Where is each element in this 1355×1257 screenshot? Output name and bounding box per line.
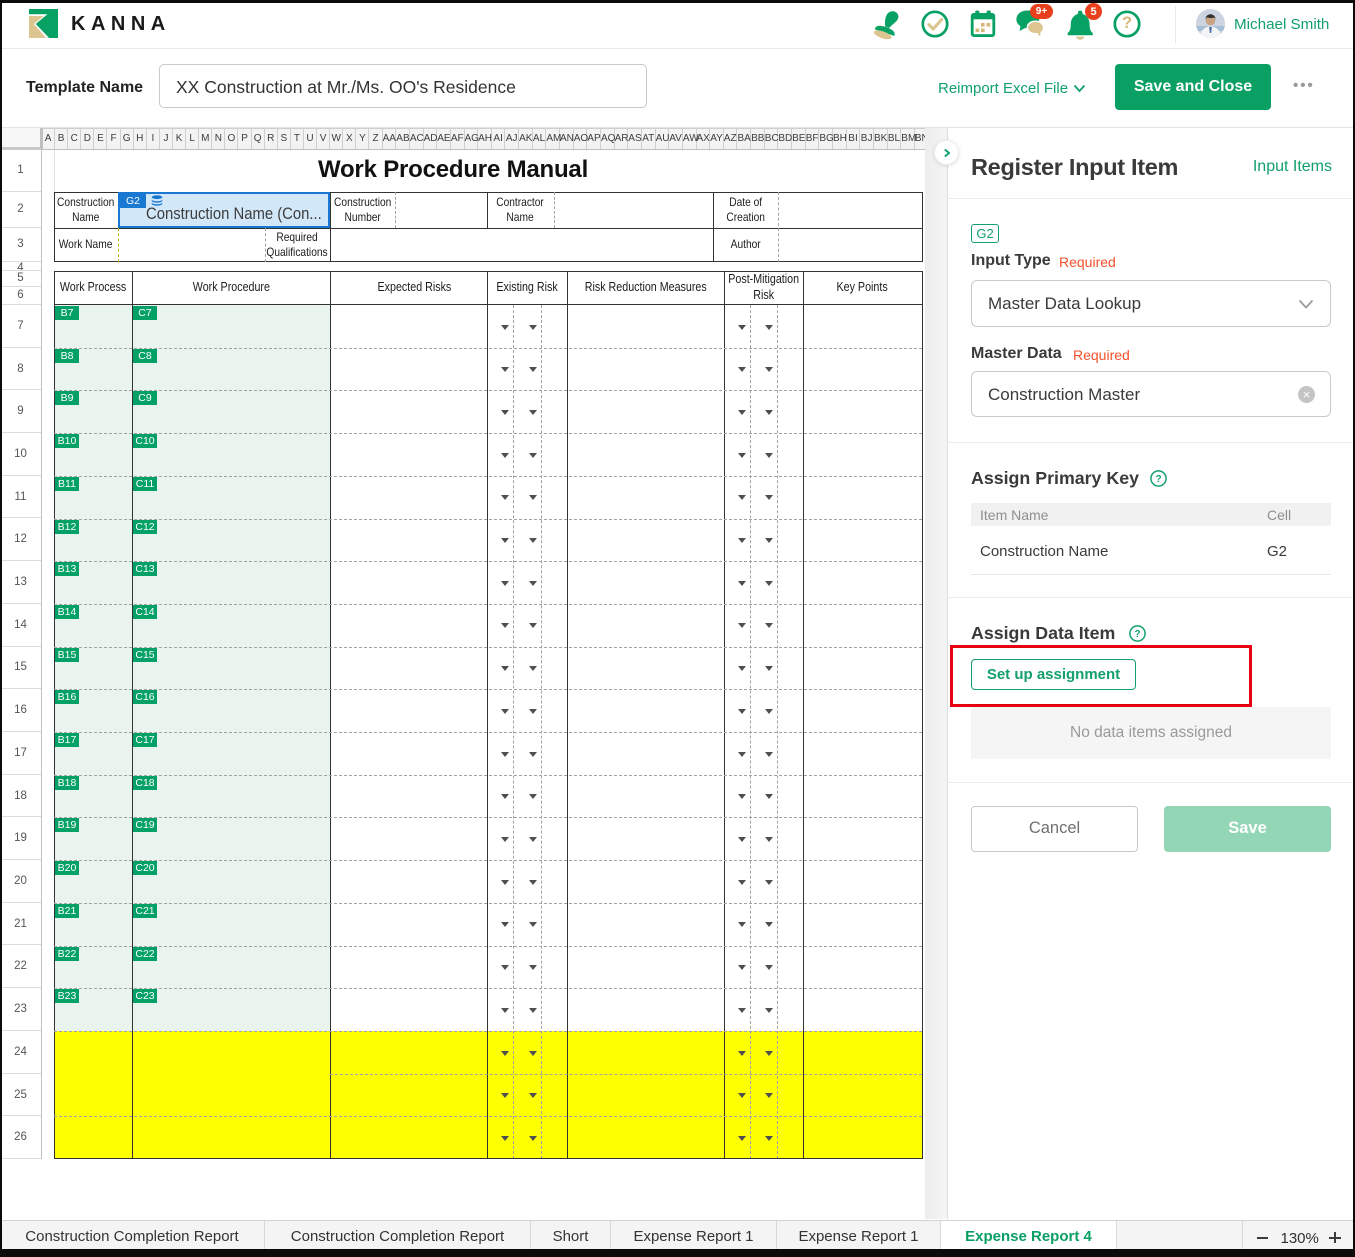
svg-text:?: ? xyxy=(1155,474,1161,485)
svg-text:?: ? xyxy=(1134,629,1140,640)
